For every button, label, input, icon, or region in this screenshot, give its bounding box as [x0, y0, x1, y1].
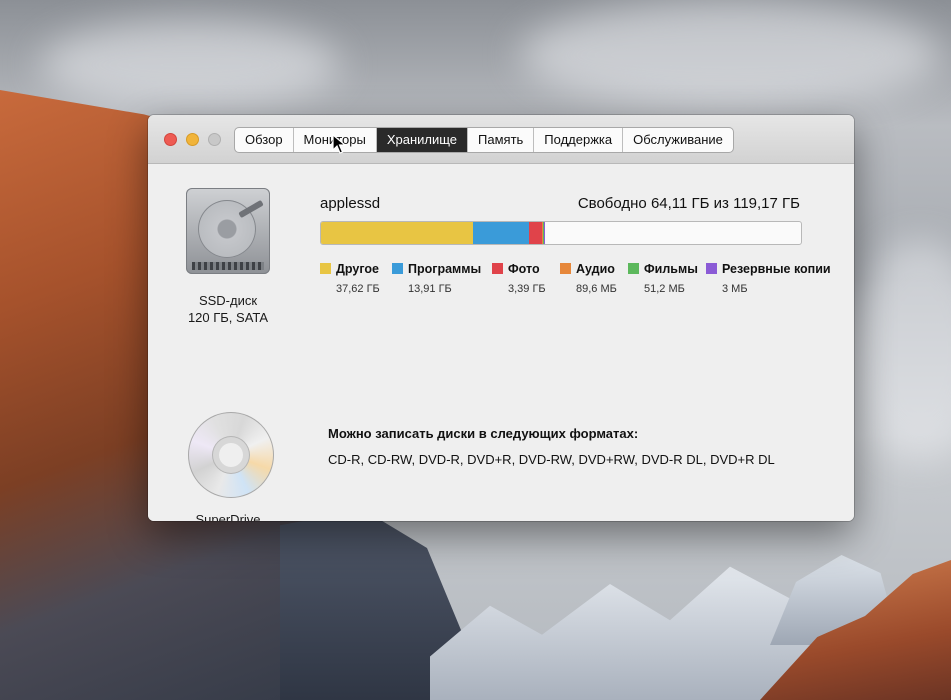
- free-space-label: Свободно 64,11 ГБ из 119,17 ГБ: [577, 195, 800, 212]
- legend-item-backups: Резервные копии 3 МБ: [706, 260, 831, 295]
- close-window-button[interactable]: [164, 133, 177, 146]
- legend-item-audio: Аудио 89,6 МБ: [560, 260, 617, 295]
- tab-bar: Обзор Мониторы Хранилище Память Поддержк…: [234, 127, 734, 153]
- usage-segment: [472, 222, 529, 244]
- legend-swatch: [392, 263, 403, 274]
- minimize-window-button[interactable]: [186, 133, 199, 146]
- tab-service[interactable]: Обслуживание: [623, 128, 733, 152]
- volume-name: applessd: [320, 195, 381, 212]
- burn-formats-list: CD-R, CD-RW, DVD-R, DVD+R, DVD-RW, DVD+R…: [328, 452, 775, 467]
- legend-item-other: Другое 37,62 ГБ: [320, 260, 380, 295]
- usage-segment: [321, 222, 473, 244]
- superdrive-caption: SuperDrive: [195, 512, 261, 521]
- storage-pane: SSD-диск 120 ГБ, SATA SuperDrive appless…: [148, 164, 854, 521]
- burn-formats-heading: Можно записать диски в следующих формата…: [328, 426, 639, 441]
- hard-drive-icon: [186, 188, 270, 274]
- tab-memory[interactable]: Память: [468, 128, 535, 152]
- legend-swatch: [628, 263, 639, 274]
- legend-swatch: [560, 263, 571, 274]
- legend-swatch: [492, 263, 503, 274]
- legend-swatch: [706, 263, 717, 274]
- ssd-type-label: SSD-диск: [198, 293, 258, 308]
- about-this-mac-window: Обзор Мониторы Хранилище Память Поддержк…: [148, 115, 854, 521]
- tab-support[interactable]: Поддержка: [534, 128, 624, 152]
- legend-swatch: [320, 263, 331, 274]
- mouse-pointer-icon: [332, 134, 346, 154]
- usage-segment: [528, 222, 543, 244]
- zoom-window-button[interactable]: [208, 133, 221, 146]
- storage-legend: Другое 37,62 ГБ Программы 13,91 ГБ Фото …: [320, 260, 854, 300]
- storage-usage-bar: [320, 221, 802, 245]
- legend-item-apps: Программы 13,91 ГБ: [392, 260, 481, 295]
- ssd-capacity-label: 120 ГБ, SATA: [187, 310, 269, 325]
- tab-overview[interactable]: Обзор: [235, 128, 294, 152]
- title-bar: Обзор Мониторы Хранилище Память Поддержк…: [148, 115, 854, 164]
- tab-storage[interactable]: Хранилище: [376, 128, 469, 152]
- usage-segment: [543, 222, 545, 244]
- ssd-caption: SSD-диск 120 ГБ, SATA: [168, 292, 288, 326]
- legend-item-movies: Фильмы 51,2 МБ: [628, 260, 698, 295]
- optical-disc-icon: [188, 412, 274, 498]
- legend-item-photos: Фото 3,39 ГБ: [492, 260, 546, 295]
